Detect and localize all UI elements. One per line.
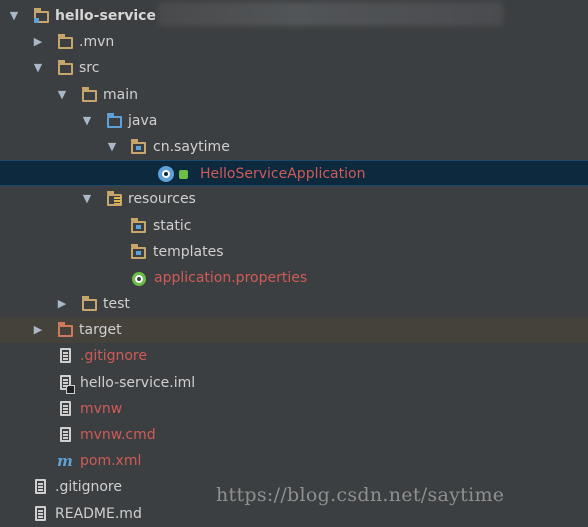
tree-row-resources[interactable]: ▼ resources xyxy=(0,186,588,212)
tree-item-label: resources xyxy=(128,191,196,208)
tree-item-label: src xyxy=(79,60,100,77)
tree-row-main[interactable]: ▼ main xyxy=(0,82,588,108)
tree-item-label: cn.saytime xyxy=(153,138,230,155)
tree-item-label: pom.xml xyxy=(80,453,142,470)
resources-folder-icon xyxy=(107,191,122,207)
source-folder-icon xyxy=(107,112,122,128)
expand-arrow-icon[interactable]: ▼ xyxy=(8,3,20,29)
collapse-arrow-icon[interactable]: ▶ xyxy=(32,29,44,55)
text-file-icon xyxy=(60,400,71,416)
tree-row-cn-saytime[interactable]: ▼ cn.saytime xyxy=(0,134,588,160)
expand-arrow-icon[interactable]: ▼ xyxy=(81,108,93,134)
tree-row-mvn[interactable]: ▶ .mvn xyxy=(0,29,588,55)
spring-boot-class-icon xyxy=(158,166,174,183)
tree-row-gitignore[interactable]: .gitignore xyxy=(0,343,588,369)
tree-item-label: HelloServiceApplication xyxy=(200,166,366,183)
tree-row-static[interactable]: static xyxy=(0,213,588,239)
collapse-arrow-icon[interactable]: ▶ xyxy=(56,291,68,317)
tree-item-label: java xyxy=(128,112,158,129)
excluded-folder-icon xyxy=(58,322,73,338)
folder-icon xyxy=(131,243,146,259)
tree-item-label: .gitignore xyxy=(80,348,147,365)
tree-row-helloserviceapplication[interactable]: HelloServiceApplication xyxy=(0,160,588,187)
text-file-icon xyxy=(60,427,71,442)
folder-icon xyxy=(82,296,97,312)
folder-icon xyxy=(58,34,73,50)
folder-icon xyxy=(82,86,97,102)
collapse-arrow-icon[interactable]: ▶ xyxy=(32,317,44,343)
expand-arrow-icon[interactable]: ▼ xyxy=(56,82,68,108)
tree-item-label: test xyxy=(103,296,130,313)
watermark: https://blog.csdn.net/saytime xyxy=(216,484,505,506)
tree-row-templates[interactable]: templates xyxy=(0,239,588,265)
text-file-icon xyxy=(60,348,71,364)
tree-item-label: .mvn xyxy=(79,34,115,51)
text-file-icon xyxy=(35,479,46,495)
maven-icon: m xyxy=(57,452,73,471)
tree-row-pom-xml[interactable]: m pom.xml xyxy=(0,448,588,474)
text-file-icon xyxy=(35,505,46,521)
tree-row-application-properties[interactable]: application.properties xyxy=(0,265,588,291)
lock-icon xyxy=(179,170,188,180)
tree-row-hello-service[interactable]: ▼ hello-service xyxy=(0,3,588,29)
tree-row-mvnw-cmd[interactable]: mvnw.cmd xyxy=(0,422,588,448)
project-tree[interactable]: ▼ hello-service ▶ .mvn ▼ src ▼ main ▼ ja… xyxy=(0,3,588,527)
tree-item-label: static xyxy=(153,217,192,234)
tree-item-label: hello-service.iml xyxy=(80,374,196,391)
expand-arrow-icon[interactable]: ▼ xyxy=(32,55,44,81)
expand-arrow-icon[interactable]: ▼ xyxy=(81,186,93,212)
module-file-icon xyxy=(60,374,75,394)
tree-row-target[interactable]: ▶ target xyxy=(0,317,588,344)
tree-item-label: .gitignore xyxy=(55,479,122,496)
tree-item-label: application.properties xyxy=(154,269,308,286)
tree-item-label: mvnw xyxy=(80,400,123,417)
package-icon xyxy=(131,138,146,154)
folder-icon xyxy=(131,217,146,233)
tree-item-label: hello-service xyxy=(55,8,156,24)
tree-item-label: main xyxy=(103,86,138,103)
tree-row-mvnw[interactable]: mvnw xyxy=(0,396,588,422)
module-folder-icon xyxy=(34,8,49,23)
folder-icon xyxy=(58,60,73,76)
tree-item-label: target xyxy=(79,322,122,339)
tree-row-java[interactable]: ▼ java xyxy=(0,108,588,134)
tree-row-hello-service-iml[interactable]: hello-service.iml xyxy=(0,370,588,396)
spring-boot-icon xyxy=(132,271,146,286)
tree-row-src[interactable]: ▼ src xyxy=(0,55,588,81)
tree-row-test[interactable]: ▶ test xyxy=(0,291,588,317)
tree-item-label: mvnw.cmd xyxy=(80,427,156,443)
expand-arrow-icon[interactable]: ▼ xyxy=(106,134,118,160)
tree-item-label: templates xyxy=(153,243,224,260)
